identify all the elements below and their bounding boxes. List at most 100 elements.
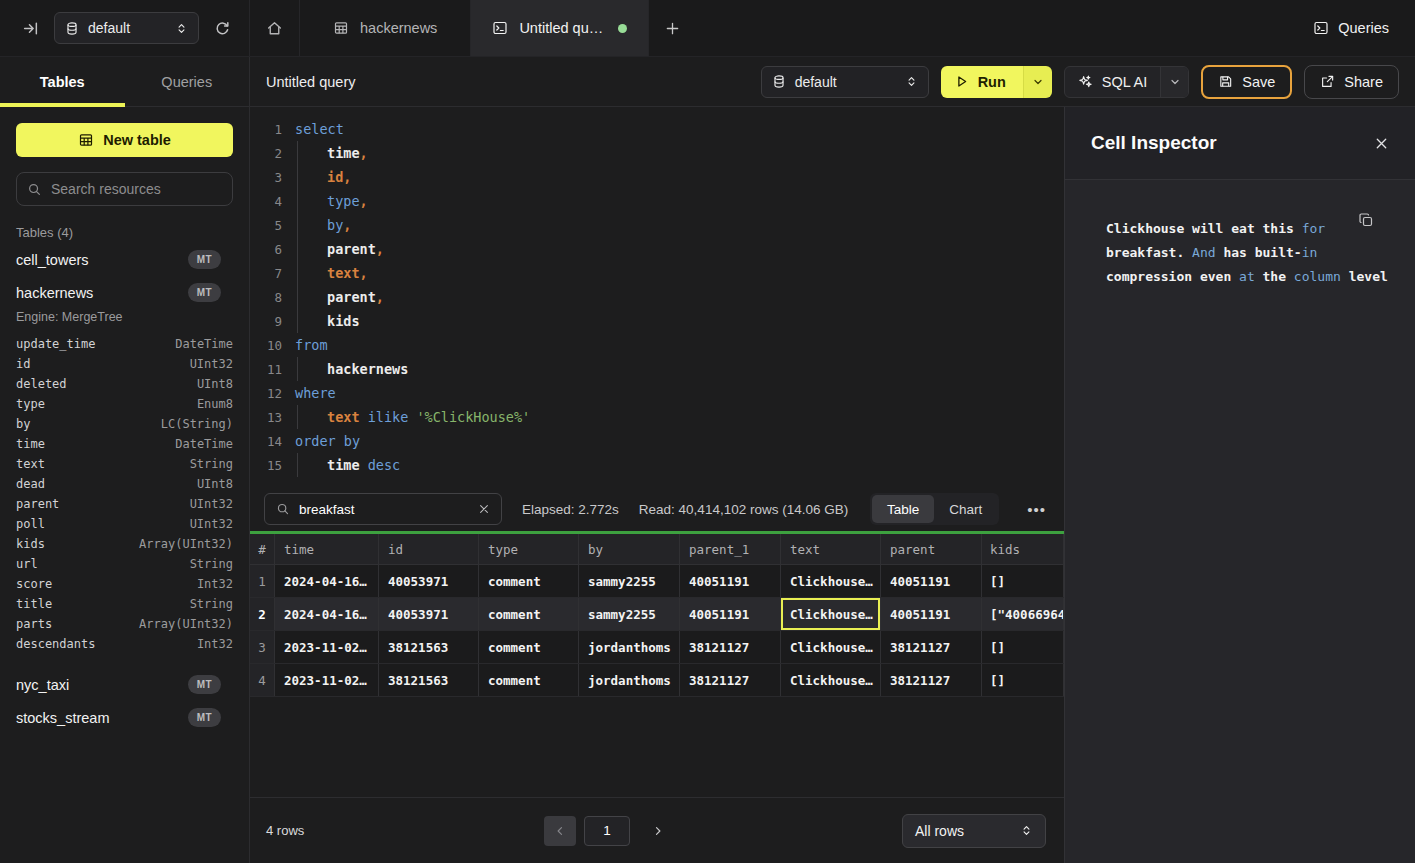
view-tab-table[interactable]: Table <box>872 495 934 523</box>
copy-cell-button[interactable] <box>1358 212 1374 228</box>
code-token: hackernews <box>327 361 408 377</box>
table-cell[interactable]: 2023-11-02… <box>275 664 379 696</box>
table-cell[interactable]: 38121563 <box>379 631 479 663</box>
sql-ai-options-button[interactable] <box>1160 67 1188 97</box>
table-cell[interactable]: 40053971 <box>379 565 479 597</box>
table-cell[interactable]: Clickhouse… <box>781 598 881 630</box>
tab-untitled-query[interactable]: Untitled qu… <box>471 0 649 56</box>
page-size-value: All rows <box>915 823 964 839</box>
table-cell[interactable]: comment <box>479 631 579 663</box>
results-toolbar: breakfast Elapsed: 2.772s Read: 40,414,1… <box>250 487 1064 531</box>
table-item-cell_towers[interactable]: cell_towersMT <box>16 243 233 276</box>
prev-page-button[interactable] <box>544 816 576 846</box>
database-selector[interactable]: default <box>54 12 199 44</box>
save-button[interactable]: Save <box>1201 65 1292 99</box>
view-tab-chart[interactable]: Chart <box>934 495 997 523</box>
column-name: text <box>16 454 45 474</box>
column-name: parts <box>16 614 52 634</box>
code-content: text ilike '%ClickHouse%' <box>295 405 530 429</box>
table-cell[interactable]: 2023-11-02… <box>275 631 379 663</box>
table-row[interactable]: 22024-04-16…40053971commentsammy22554005… <box>250 598 1064 631</box>
code-line: 4type, <box>250 189 1064 213</box>
table-cell[interactable]: sammy2255 <box>579 565 680 597</box>
inspector-token: compression even <box>1106 269 1239 284</box>
table-cell[interactable]: 40051191 <box>680 565 781 597</box>
view-tab-label: Table <box>887 502 919 517</box>
tab-hackernews[interactable]: hackernews <box>300 0 471 56</box>
play-icon <box>954 74 969 89</box>
table-item-nyc_taxi[interactable]: nyc_taxiMT <box>16 668 233 701</box>
table-row[interactable]: 42023-11-02…38121563commentjordanthoms38… <box>250 664 1064 697</box>
table-cell[interactable]: 38121127 <box>680 631 781 663</box>
table-item-hackernews[interactable]: hackernewsMT <box>16 276 233 309</box>
database-selector-value: default <box>795 74 896 90</box>
table-cell[interactable]: [] <box>982 664 1064 696</box>
table-cell[interactable]: 38121127 <box>881 664 982 696</box>
table-cell[interactable]: 38121127 <box>680 664 781 696</box>
clear-filter-icon[interactable] <box>478 503 490 515</box>
code-token: order by <box>295 433 360 449</box>
table-row[interactable]: 32023-11-02…38121563commentjordanthoms38… <box>250 631 1064 664</box>
line-number: 4 <box>258 194 282 209</box>
column-type: DateTime <box>175 434 233 454</box>
table-cell[interactable]: sammy2255 <box>579 598 680 630</box>
column-type: Array(UInt32) <box>139 614 233 634</box>
table-row[interactable]: 12024-04-16…40053971commentsammy22554005… <box>250 565 1064 598</box>
table-cell[interactable]: 38121127 <box>881 631 982 663</box>
results-table-header: #timeidtypebyparent_1textparentkids <box>250 534 1064 565</box>
line-number: 5 <box>258 218 282 233</box>
table-cell[interactable]: 38121563 <box>379 664 479 696</box>
table-cell[interactable]: Clickhouse… <box>781 565 881 597</box>
table-cell[interactable]: ["40066964… <box>982 598 1064 630</box>
table-cell[interactable]: jordanthoms <box>579 664 680 696</box>
table-cell[interactable]: 40051191 <box>881 598 982 630</box>
sql-ai-button[interactable]: SQL AI <box>1065 67 1160 97</box>
new-table-button[interactable]: New table <box>16 123 233 157</box>
run-options-button[interactable] <box>1023 66 1052 98</box>
toolbar-database-selector[interactable]: default <box>761 66 929 98</box>
table-cell[interactable]: comment <box>479 565 579 597</box>
table-cell[interactable]: 40053971 <box>379 598 479 630</box>
new-tab-button[interactable] <box>649 0 695 56</box>
close-inspector-button[interactable] <box>1374 136 1389 151</box>
code-line: 15time desc <box>250 453 1064 477</box>
table-cell[interactable]: 40051191 <box>881 565 982 597</box>
table-cell[interactable]: comment <box>479 598 579 630</box>
table-item-stocks_stream[interactable]: stocks_streamMT <box>16 701 233 734</box>
database-icon <box>772 74 786 89</box>
run-button[interactable]: Run <box>941 66 1023 98</box>
sql-editor[interactable]: 1select2time,3id,4type,5by,6parent,7text… <box>250 107 1064 487</box>
queries-button[interactable]: Queries <box>1313 20 1389 36</box>
table-cell[interactable]: comment <box>479 664 579 696</box>
tab-home[interactable] <box>250 0 300 56</box>
page-number-input[interactable]: 1 <box>584 816 630 846</box>
table-cell[interactable]: jordanthoms <box>579 631 680 663</box>
search-resources-input[interactable]: Search resources <box>16 172 233 206</box>
column-type: Int32 <box>197 574 233 594</box>
column-header-kids: kids <box>982 534 1064 564</box>
share-button[interactable]: Share <box>1304 65 1399 99</box>
table-cell[interactable]: 40051191 <box>680 598 781 630</box>
column-name: type <box>16 394 45 414</box>
table-cell[interactable]: [] <box>982 565 1064 597</box>
line-number: 13 <box>258 410 282 425</box>
sidebar-tab-tables[interactable]: Tables <box>0 57 125 106</box>
table-cell[interactable]: Clickhouse… <box>781 631 881 663</box>
table-cell[interactable]: 2024-04-16… <box>275 565 379 597</box>
next-page-button[interactable] <box>642 816 674 846</box>
code-content: hackernews <box>295 357 408 381</box>
results-more-button[interactable]: ••• <box>1027 501 1046 518</box>
table-cell[interactable]: [] <box>982 631 1064 663</box>
table-cell[interactable]: Clickhouse… <box>781 664 881 696</box>
collapse-sidebar-icon[interactable] <box>22 20 39 37</box>
select-chevrons-icon <box>905 75 918 88</box>
sidebar-tab-queries[interactable]: Queries <box>125 57 250 106</box>
page-size-selector[interactable]: All rows <box>902 814 1046 848</box>
results-filter-input[interactable]: breakfast <box>264 493 502 525</box>
search-icon <box>276 502 290 516</box>
column-type: String <box>190 594 233 614</box>
refresh-icon[interactable] <box>214 20 231 37</box>
table-cell[interactable]: 2024-04-16… <box>275 598 379 630</box>
code-token: , <box>360 145 368 161</box>
share-icon <box>1320 74 1335 89</box>
